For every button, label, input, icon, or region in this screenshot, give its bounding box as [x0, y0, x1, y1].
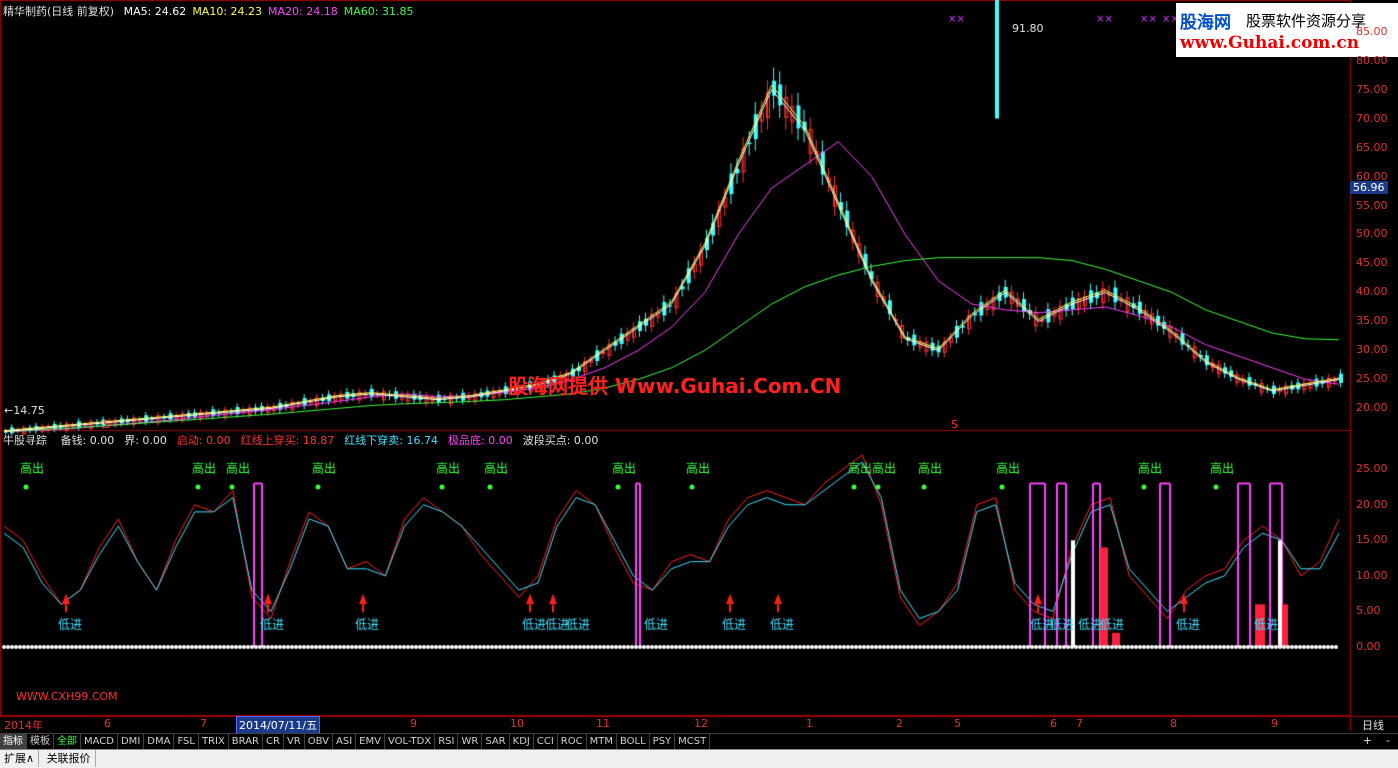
price-tick: 30.00 — [1356, 343, 1388, 357]
indicator-value: 启动: 0.00 — [176, 434, 231, 447]
x-tick: 10 — [510, 717, 524, 730]
indicator-tab[interactable]: 指标 — [0, 734, 27, 749]
x-tick: 9 — [1271, 717, 1278, 730]
ma-item: MA5: 24.62 — [123, 5, 187, 18]
indicator-header: 牛股寻踪 备钱: 0.00 界: 0.00 启动: 0.00 红线上穿买: 18.87… — [3, 432, 598, 448]
x-tick: 12 — [694, 717, 708, 730]
watermark-url: www.Guhai.com.cn — [1180, 33, 1360, 53]
indicator-tab[interactable]: CR — [263, 734, 284, 749]
indicator-value: 波段买点: 0.00 — [522, 434, 599, 447]
indicator-tab[interactable]: FSL — [174, 734, 199, 749]
price-tick: 85.00 — [1356, 24, 1388, 38]
indicator-tab[interactable]: TRIX — [199, 734, 229, 749]
indicator-tab[interactable]: MTM — [587, 734, 617, 749]
x-tick: 7 — [200, 717, 207, 730]
indicator-tab[interactable]: BOLL — [617, 734, 650, 749]
x-tick: 5 — [954, 717, 961, 730]
zoom-in-button[interactable]: + — [1363, 734, 1372, 747]
price-tick: 45.00 — [1356, 256, 1388, 270]
indicator-tab[interactable]: CCI — [534, 734, 558, 749]
center-watermark: 股海网提供 Www.Guhai.Com.CN — [508, 374, 842, 398]
related-quote-button[interactable]: 关联报价 — [43, 750, 96, 767]
low-price-value: 14.75 — [13, 404, 45, 417]
indicator-tick: 5.00 — [1356, 604, 1381, 618]
indicator-tab[interactable]: DMA — [144, 734, 175, 749]
footer-watermark: WWW.CXH99.COM — [16, 690, 118, 703]
x-tick: 6 — [1050, 717, 1057, 730]
indicator-tick: 0.00 — [1356, 640, 1381, 653]
indicator-tab[interactable]: DMI — [118, 734, 145, 749]
indicator-tick: 15.00 — [1356, 533, 1388, 547]
indicator-tab[interactable]: SAR — [482, 734, 510, 749]
indicator-value: 红线上穿买: 18.87 — [240, 434, 335, 447]
indicator-tab[interactable]: MCST — [675, 734, 711, 749]
indicator-tab[interactable]: ASI — [333, 734, 357, 749]
indicator-tab[interactable]: BRAR — [229, 734, 263, 749]
ma-item: MA10: 24.23 — [192, 5, 263, 18]
indicator-tick: 10.00 — [1356, 568, 1388, 582]
indicator-tab[interactable]: OBV — [305, 734, 333, 749]
watermark-slogan: 股票软件资源分享 — [1246, 12, 1367, 30]
x-tick: 1 — [806, 717, 813, 730]
ma-legend: MA5: 24.62 MA10: 24.23 MA20: 24.18 MA60: 31… — [118, 5, 414, 18]
price-tick: 40.00 — [1356, 285, 1388, 299]
x-tick: 7 — [1076, 717, 1083, 730]
expand-button[interactable]: 扩展∧ — [0, 750, 40, 767]
s-marker: S — [951, 418, 958, 431]
x-tick: 11 — [596, 717, 610, 730]
indicator-tick: 20.00 — [1356, 497, 1388, 511]
x-tick: 8 — [1170, 717, 1177, 730]
indicator-tab[interactable]: 全部 — [54, 734, 81, 749]
indicator-name: 牛股寻踪 — [3, 434, 47, 447]
indicator-tabbar: 指标 模板 全部 MACD DMI DMA FSL TRIX BRAR CR VR OBV ASI EMV… — [0, 733, 1398, 749]
bottom-toolbar: 扩展∧ 关联报价 — [0, 749, 1398, 768]
x-tick: 6 — [104, 717, 111, 730]
indicator-values: 备钱: 0.00 界: 0.00 启动: 0.00 红线上穿买: 18.87 红线下穿卖… — [51, 434, 599, 447]
watermark-brand: 股海网 — [1180, 13, 1231, 33]
indicator-tab[interactable]: MACD — [81, 734, 118, 749]
price-tick: 25.00 — [1356, 372, 1388, 386]
x-tick: 2014年 — [4, 719, 43, 732]
indicator-tick: 25.00 — [1356, 462, 1388, 476]
indicator-tab[interactable]: PSY — [650, 734, 676, 749]
stock-title: 精华制药(日线 前复权) — [3, 5, 115, 18]
indicator-value: 极品底: 0.00 — [448, 434, 513, 447]
price-tick: 20.00 — [1356, 401, 1388, 415]
price-tick: 35.00 — [1356, 314, 1388, 328]
price-tick: 80.00 — [1356, 53, 1388, 67]
s-marker: S — [103, 418, 110, 431]
current-price-tag: 56.96 — [1350, 181, 1388, 194]
ma-item: MA20: 24.18 — [268, 5, 338, 18]
x-tick: 2 — [896, 717, 903, 730]
indicator-value: 红线下穿卖: 16.74 — [344, 434, 439, 447]
indicator-value: 备钱: 0.00 — [60, 434, 115, 447]
price-tick: 50.00 — [1356, 227, 1388, 241]
zoom-out-button[interactable]: - — [1386, 734, 1390, 747]
price-tick: 55.00 — [1356, 198, 1388, 212]
price-tick: 75.00 — [1356, 82, 1388, 96]
indicator-tab[interactable]: EMV — [356, 734, 385, 749]
price-tick: 70.00 — [1356, 111, 1388, 125]
indicator-tab[interactable]: WR — [458, 734, 483, 749]
high-price-label: 91.80 — [1012, 22, 1044, 35]
indicator-tab[interactable]: 模板 — [27, 734, 54, 749]
ma-item: MA60: 31.85 — [343, 5, 414, 18]
period-label[interactable]: 日线 — [1362, 717, 1384, 733]
x-tick: 9 — [410, 717, 417, 730]
price-tick: 65.00 — [1356, 140, 1388, 154]
indicator-tab[interactable]: KDJ — [510, 734, 534, 749]
indicator-tab[interactable]: RSI — [435, 734, 459, 749]
indicator-tab[interactable]: VOL-TDX — [385, 734, 436, 749]
low-price-label: ←14.75 — [4, 404, 45, 417]
chart-header: 精华制药(日线 前复权) MA5: 24.62 MA10: 24.23 MA20: … — [3, 3, 413, 19]
indicator-value: 界: 0.00 — [124, 434, 167, 447]
cursor-date: 2014/07/11/五 — [236, 716, 321, 734]
indicator-tab[interactable]: ROC — [558, 734, 587, 749]
indicator-tab[interactable]: VR — [284, 734, 305, 749]
